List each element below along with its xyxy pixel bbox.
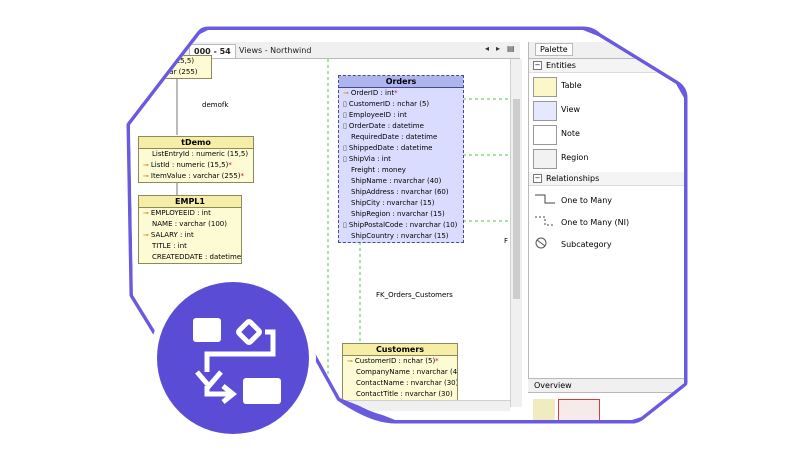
indexed-attribute-icon: ▯ [343,122,347,130]
entity-row: ▯ EmployeeID : int [343,111,407,119]
collapse-icon[interactable]: − [533,61,542,70]
entity-row: ShipName : nvarchar (40) [351,177,442,185]
entity-title: EMPL1 [139,196,241,208]
scrollbar-thumb[interactable] [513,99,520,299]
region-icon [533,149,557,169]
entity-row: ▯ ShipPostalCode : nvarchar (10) [343,221,458,229]
required-marker: * [435,357,439,365]
relationship-label-fk-orders-customers[interactable]: FK_Orders_Customers [376,291,453,299]
overview-thumbnail [533,399,555,420]
indexed-attribute-icon: ▯ [343,144,347,152]
entity-title: Orders [339,76,463,88]
collapse-icon[interactable]: − [533,174,542,183]
table-icon [533,77,557,97]
indexed-attribute-icon: ▯ [343,221,347,229]
entity-row: ▯ CustomerID : nchar (5) [343,100,430,108]
entity-row: ⊸ ItemValue : varchar (255)* [143,172,245,180]
entity-row: CompanyName : nvarchar (40) [356,368,457,376]
one-to-many-non-identifying-icon [535,216,555,226]
app-logo-badge [157,282,309,434]
entity-tdemo[interactable]: tDemo ListEntryId : numeric (15,5) ⊸ List… [138,136,254,183]
entity-row: ContactTitle : nvarchar (30) [356,390,453,398]
entity-row: ⊸ CustomerID : nchar (5)* [347,357,439,365]
foreign-key-icon: ⊸ [143,161,149,169]
entity-row: ▯ ShippedDate : datetime [343,144,433,152]
primary-key-icon: ⊸ [343,89,349,97]
entity-row: CREATEDDATE : datetime [152,253,241,261]
relationship-label-partial[interactable]: F [504,237,508,245]
subcategory-icon [535,237,547,249]
entity-row: Freight : money [351,166,406,174]
entity-row: ⊸ EMPLOYEEID : int [143,209,211,217]
entity-row: RequiredDate : datetime [351,133,438,141]
entity-row: ShipRegion : nvarchar (15) [351,210,445,218]
entity-row: ⊸ OrderID : int* [343,89,398,97]
canvas-vertical-scrollbar[interactable] [510,59,522,407]
required-marker: * [394,89,398,97]
foreign-key-icon: ⊸ [143,172,149,180]
required-marker: * [240,172,245,180]
entity-row: ListEntryId : numeric (15,5) [152,150,249,158]
overview-viewport[interactable] [558,399,600,420]
note-icon [533,125,557,145]
entity-row: ShipAddress : nvarchar (60) [351,188,449,196]
entity-row: ▯ ShipVia : int [343,155,391,163]
entity-row: ShipCountry : nvarchar (15) [351,232,449,240]
primary-key-icon: ⊸ [347,357,353,365]
tab-list-icon[interactable]: ▤ [507,44,515,53]
entity-row: NAME : varchar (100) [152,220,227,228]
entity-title: Customers [343,344,457,356]
tab-prev-icon[interactable]: ◂ [485,44,489,53]
entity-row: ⊸ ListId : numeric (15,5)* [143,161,232,169]
tab-views-northwind[interactable]: Views - Northwind [235,44,315,57]
foreign-key-icon: ⊸ [143,231,149,239]
entity-customers[interactable]: Customers ⊸ CustomerID : nchar (5)* Compa… [342,343,458,401]
palette-section-relationships[interactable]: − Relationships [529,172,684,186]
entity-orders[interactable]: Orders ⊸ OrderID : int* ▯ CustomerID : nch… [338,75,464,243]
entity-empl1[interactable]: EMPL1 ⊸ EMPLOYEEID : int NAME : varchar (… [138,195,242,264]
overview-title-bar: Overview [528,379,684,393]
indexed-attribute-icon: ▯ [343,155,347,163]
entity-row: ▯ OrderDate : datetime [343,122,424,130]
entity-row: ShipCity : nvarchar (15) [351,199,435,207]
palette-panel: Palette − Entities Table View Note Region… [528,42,684,414]
entity-row: ContactName : nvarchar (30) [356,379,457,387]
palette-tab[interactable]: Palette [535,43,573,56]
editor-tab-bar: 000 - 54 Views - Northwind ◂ ▸ ▤ [165,42,520,59]
entity-row: TITLE : int [152,242,187,250]
indexed-attribute-icon: ▯ [343,111,347,119]
one-to-many-icon [535,194,555,204]
entity-row: ⊸ SALARY : int [143,231,194,239]
indexed-attribute-icon: ▯ [343,100,347,108]
workflow-icon [193,318,281,404]
required-marker: * [228,161,232,169]
relationship-label-demofk[interactable]: demofk [202,101,228,109]
tab-next-icon[interactable]: ▸ [496,44,500,53]
entity-title: tDemo [139,137,253,149]
primary-key-icon: ⊸ [143,209,149,217]
view-icon [533,101,557,121]
